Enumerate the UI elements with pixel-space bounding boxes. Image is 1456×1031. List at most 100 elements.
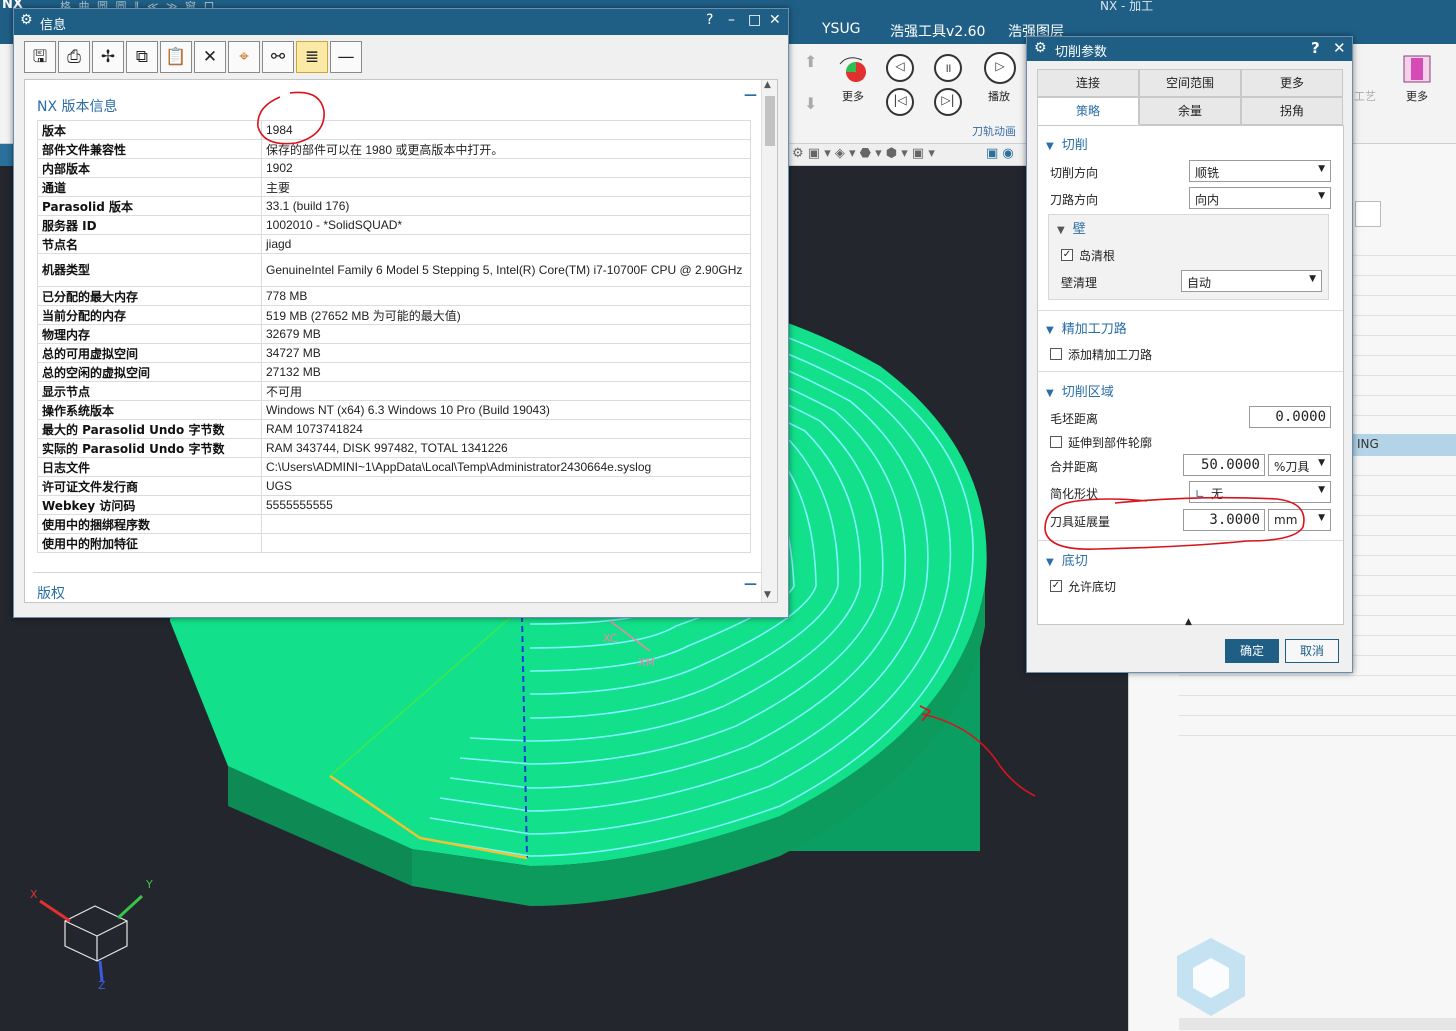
scroll-down-icon[interactable]: ▼ <box>764 590 771 600</box>
info-key: 显示节点 <box>37 381 262 401</box>
arrow-down-icon[interactable]: ⬇ <box>804 94 817 113</box>
close-icon[interactable]: ✕ <box>194 41 226 73</box>
info-value: GenuineIntel Family 6 Model 5 Stepping 5… <box>261 253 751 287</box>
maximize-button[interactable]: □ <box>748 12 761 28</box>
ribbon-more-label[interactable]: 更多 <box>842 88 864 104</box>
triangle-down-icon: ▼ <box>1046 325 1054 336</box>
info-key: 服务器 ID <box>37 215 262 235</box>
minus-icon[interactable]: — <box>330 41 362 73</box>
copy-icon[interactable]: ⧉ <box>126 41 158 73</box>
island-clean-checkbox[interactable]: ✓ <box>1061 249 1073 261</box>
info-row: 使用中的附加特征 <box>37 533 751 553</box>
tab-stock[interactable]: 余量 <box>1139 97 1241 125</box>
island-clean-label: 岛清根 <box>1079 249 1116 263</box>
close-button[interactable]: ✕ <box>769 12 781 28</box>
info-value <box>261 533 751 553</box>
help-button[interactable]: ? <box>1311 39 1320 57</box>
crosshair-icon[interactable]: ⌖ <box>228 41 260 73</box>
save-icon[interactable]: 🖫 <box>24 41 56 73</box>
verify-icon[interactable] <box>838 54 870 86</box>
step-back-icon[interactable]: ◁ <box>886 54 914 82</box>
scroll-up-icon[interactable]: ▲ <box>764 80 771 90</box>
section-title: NX 版本信息 <box>37 99 118 115</box>
tab-connect[interactable]: 连接 <box>1037 69 1139 97</box>
group-cut-title: 切削 <box>1061 138 1088 153</box>
view-tool-icons[interactable]: ⚙ ▣ ▾ ◈ ▾ ⬣ ▾ ⬢ ▾ ▣ ▾ <box>792 146 935 161</box>
pause-icon[interactable]: ॥ <box>934 54 962 82</box>
collapse-up-icon[interactable]: ▲ <box>1185 617 1192 627</box>
play-icon[interactable]: ▷ <box>984 52 1016 84</box>
nav-hscroll[interactable] <box>1179 1018 1456 1030</box>
close-button[interactable]: ✕ <box>1333 39 1346 57</box>
info-key: Parasolid 版本 <box>37 196 262 216</box>
menu-haoqiang-tools[interactable]: 浩强工具v2.60 <box>890 21 985 41</box>
tab-space-range[interactable]: 空间范围 <box>1139 69 1241 97</box>
menu-ysug[interactable]: YSUG <box>822 21 861 37</box>
nav-row[interactable] <box>1179 716 1456 736</box>
info-key: 通道 <box>37 177 262 197</box>
gear-icon[interactable]: ⚙ <box>1034 40 1047 56</box>
cut-title-bar[interactable]: ⚙ 切削参数 ? ✕ <box>1027 37 1352 61</box>
nav-row[interactable] <box>1179 696 1456 716</box>
ok-button[interactable]: 确定 <box>1225 639 1279 663</box>
tab-corner[interactable]: 拐角 <box>1241 97 1343 125</box>
merge-unit-value: %刀具 <box>1274 460 1310 474</box>
collapse-icon[interactable]: — <box>744 577 757 592</box>
ribbon-group-animation: 刀轨动画 <box>972 125 1016 138</box>
blank-distance-input[interactable]: 0.0000 <box>1249 406 1331 428</box>
merge-distance-unit-select[interactable]: %刀具 ▼ <box>1268 454 1331 476</box>
info-content: NX 版本信息 — 版本 1984 部件文件兼容性 保存的部件可以在 1980 或更高… <box>24 79 778 603</box>
mcs-icon[interactable]: ▣ ◉ <box>986 146 1014 161</box>
info-row: Webkey 访问码 5555555555 <box>37 495 751 515</box>
group-wall[interactable]: ▼ 壁 <box>1057 218 1086 237</box>
navigator-icon[interactable] <box>1355 201 1381 227</box>
tool-holder-icon[interactable] <box>1400 52 1434 86</box>
info-value: 主要 <box>261 177 751 197</box>
add-finish-checkbox[interactable] <box>1050 348 1062 360</box>
ribbon-right-more[interactable]: 更多 <box>1406 88 1428 104</box>
info-scrollbar[interactable]: ▲ ▼ <box>761 80 777 602</box>
merge-distance-input[interactable]: 50.0000 <box>1183 454 1265 476</box>
wall-clean-select[interactable]: 自动 ▼ <box>1181 270 1322 292</box>
merge-distance-label: 合并距离 <box>1050 460 1099 474</box>
info-title-bar[interactable]: ⚙ 信息 ? – □ ✕ <box>14 9 788 35</box>
rewind-icon[interactable]: |◁ <box>886 88 914 116</box>
scroll-thumb[interactable] <box>765 96 775 146</box>
view-triad: X Y Z <box>30 878 153 992</box>
group-finish[interactable]: ▼ 精加工刀路 <box>1046 318 1127 337</box>
paste-icon[interactable]: 📋 <box>160 41 192 73</box>
ribbon-process-label[interactable]: 工艺 <box>1354 88 1376 104</box>
help-button[interactable]: ? <box>706 12 713 28</box>
arrow-up-icon[interactable]: ⬆ <box>804 52 817 71</box>
info-row: 通道 主要 <box>37 177 751 197</box>
info-key: 物理内存 <box>37 324 262 344</box>
group-region[interactable]: ▼ 切削区域 <box>1046 381 1114 400</box>
info-row: 节点名 jiagd <box>37 234 751 254</box>
binoculars-icon[interactable]: ⚯ <box>262 41 294 73</box>
fan-icon[interactable]: ✢ <box>92 41 124 73</box>
info-key: Webkey 访问码 <box>37 495 262 515</box>
allow-undercut-label: 允许底切 <box>1068 580 1117 594</box>
collapse-icon[interactable]: — <box>744 88 757 103</box>
allow-undercut-checkbox[interactable]: ✓ <box>1050 580 1062 592</box>
copyright-title: 版权 <box>37 586 65 602</box>
group-cut[interactable]: ▼ 切削 <box>1046 134 1088 153</box>
cut-direction-select[interactable]: 顺铣 ▼ <box>1189 160 1331 182</box>
chevron-down-icon: ▼ <box>1309 274 1316 284</box>
blank-distance-label: 毛坯距离 <box>1050 412 1099 426</box>
info-value: 27132 MB <box>261 362 751 382</box>
extend-to-part-checkbox[interactable] <box>1050 436 1062 448</box>
info-row: Parasolid 版本 33.1 (build 176) <box>37 196 751 216</box>
forward-icon[interactable]: ▷| <box>934 88 962 116</box>
wrap-icon[interactable]: ≣ <box>296 41 328 73</box>
path-direction-select[interactable]: 向内 ▼ <box>1189 187 1331 209</box>
cancel-button[interactable]: 取消 <box>1285 639 1339 663</box>
tab-more[interactable]: 更多 <box>1241 69 1343 97</box>
gear-icon[interactable]: ⚙ <box>20 12 33 28</box>
nav-row[interactable] <box>1179 676 1456 696</box>
tab-strategy[interactable]: 策略 <box>1037 97 1139 125</box>
minimize-button[interactable]: – <box>728 12 735 28</box>
print-icon[interactable]: ⎙ <box>58 41 90 73</box>
play-label[interactable]: 播放 <box>988 88 1010 104</box>
divider <box>1038 310 1343 311</box>
